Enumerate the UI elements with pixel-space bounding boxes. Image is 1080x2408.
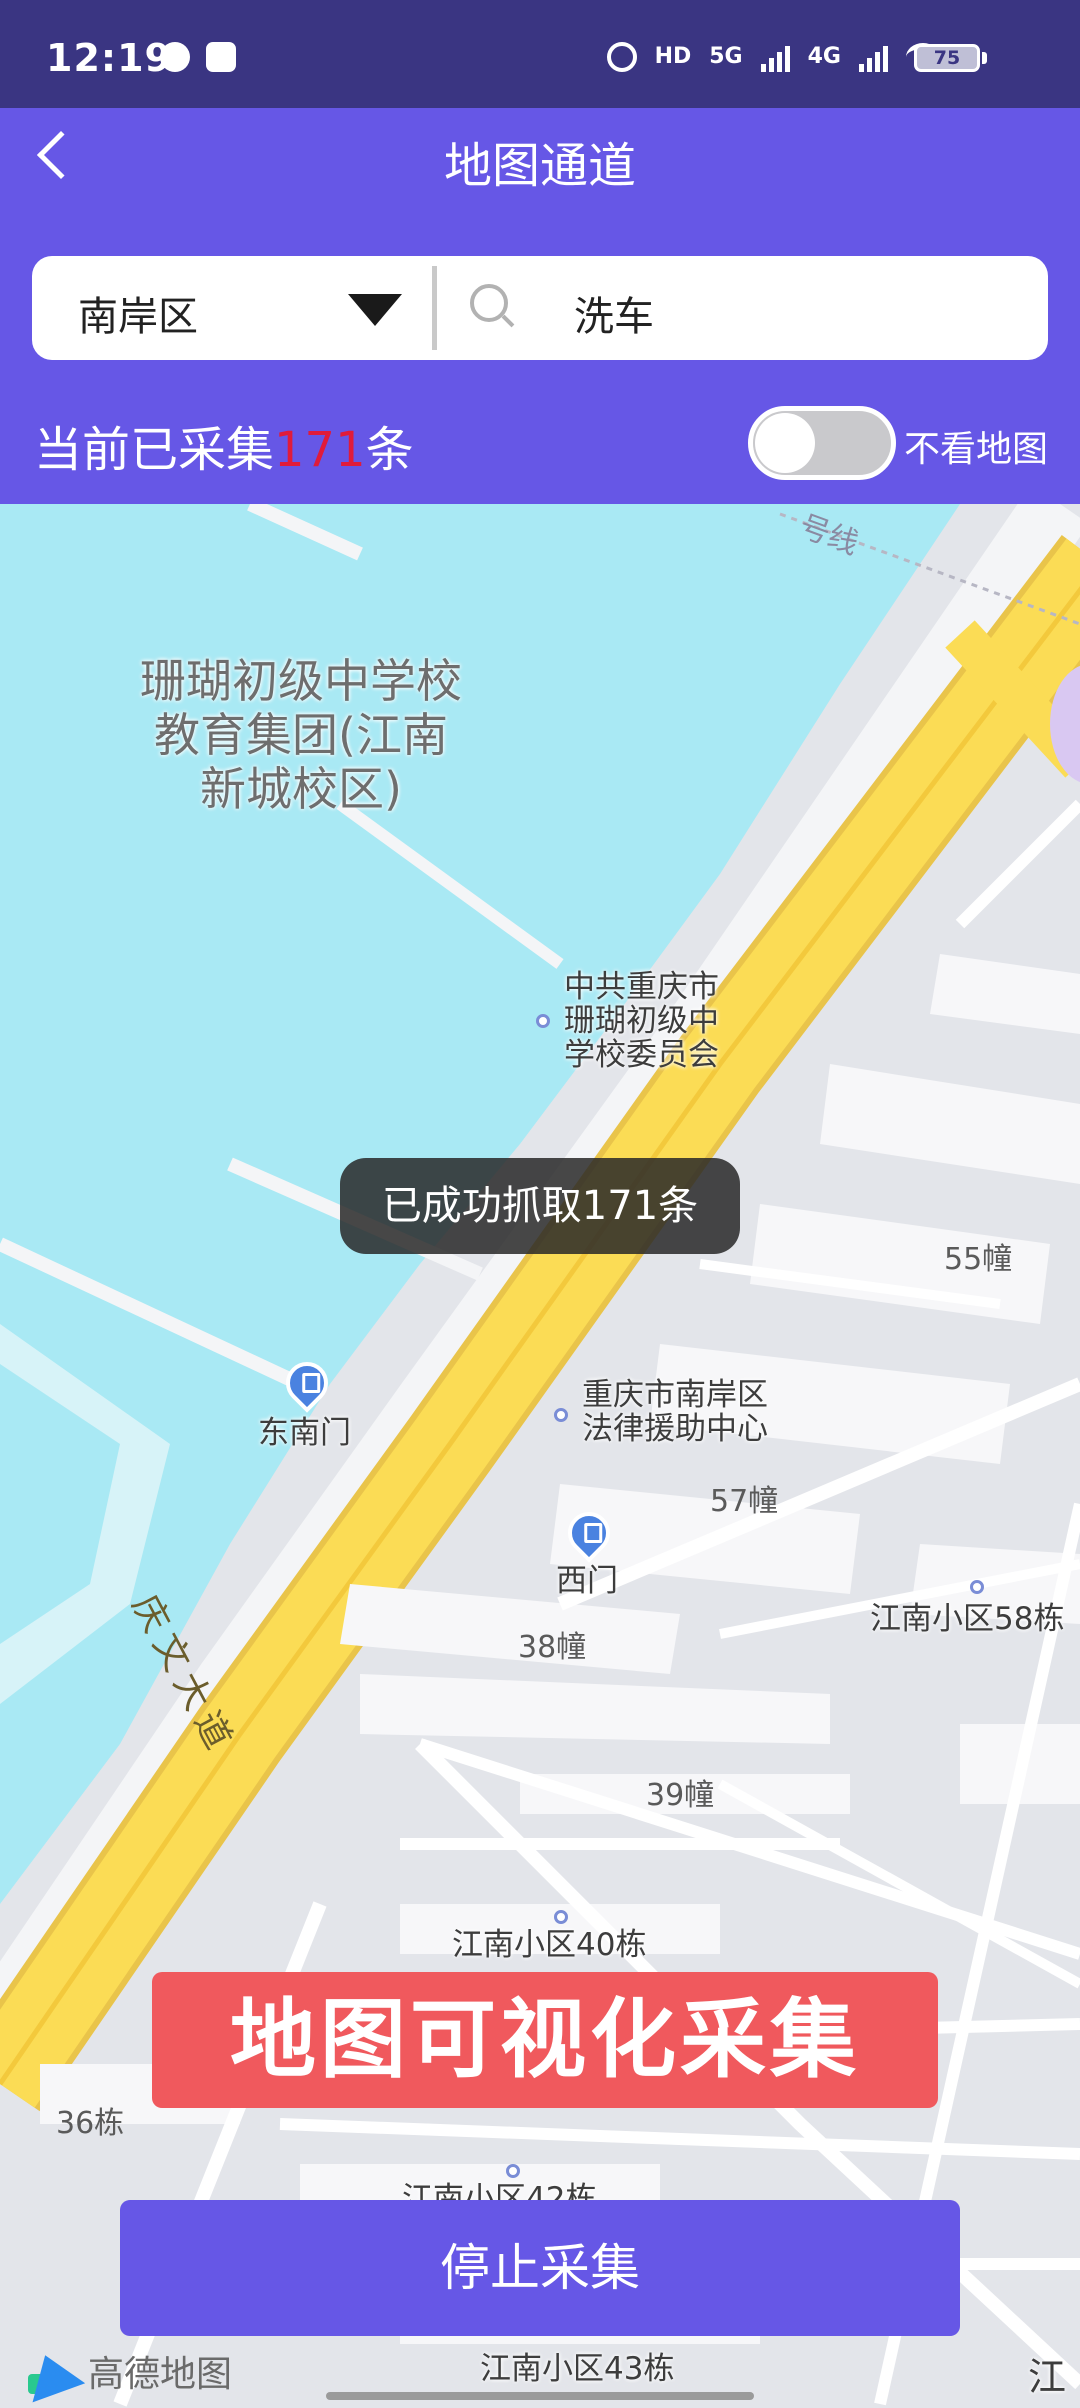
gate-southeast-label: 东南门 <box>258 1415 351 1451</box>
hide-map-toggle[interactable] <box>748 406 896 480</box>
dropdown-triangle-icon[interactable] <box>348 294 402 326</box>
signal-icon-2 <box>859 42 888 72</box>
signal-icon <box>760 42 790 72</box>
net-5g-label: 5G <box>709 44 743 69</box>
collect-count: 171 <box>274 422 366 478</box>
page-title: 地图通道 <box>443 138 636 194</box>
building-57-label: 57幢 <box>710 1484 779 1519</box>
search-icon <box>470 284 516 330</box>
hd-label: HD <box>654 44 692 69</box>
check-icon <box>160 42 190 72</box>
collect-prefix: 当前已采集 <box>34 422 275 478</box>
promo-banner: 地图可视化采集 <box>152 1972 938 2108</box>
poi-legal-label: 重庆市南岸区 法律援助中心 <box>582 1377 768 1447</box>
poi-school-label: 珊瑚初级中学校 教育集团(江南 新城校区) <box>140 654 462 816</box>
status-bar: 12:19 HD 5G 4G 75 <box>0 0 1080 108</box>
amap-logo-icon <box>18 2344 86 2403</box>
notification-icons <box>160 42 236 72</box>
poi-dot-committee <box>536 1014 550 1028</box>
hide-map-label: 不看地图 <box>904 429 1049 470</box>
header: 地图通道 南岸区 洗车 当前已采集171条 不看地图 <box>0 108 1080 504</box>
poi-committee-label: 中共重庆市 珊瑚初级中 学校委员会 <box>564 969 719 1073</box>
app-notification-icon <box>206 42 236 72</box>
building-39-label: 39幢 <box>646 1778 715 1813</box>
search-divider <box>432 266 437 350</box>
amap-logo-text: 高德地图 <box>88 2354 233 2395</box>
building-43-label: 江南小区43栋 <box>480 2351 675 2387</box>
poi-dot-42 <box>506 2164 520 2178</box>
poi-dot-58 <box>970 1580 984 1594</box>
map-view[interactable]: 珊瑚初级中学校 教育集团(江南 新城校区) 中共重庆市 珊瑚初级中 学校委员会 … <box>0 504 1080 2408</box>
home-indicator[interactable] <box>326 2392 754 2400</box>
alarm-icon <box>606 42 637 72</box>
building-38-label: 38幢 <box>518 1630 587 1665</box>
battery-icon: 75 <box>914 44 980 72</box>
poi-dot-legal <box>554 1408 568 1422</box>
amap-logo: 高德地图 <box>18 2344 233 2403</box>
toast-message: 已成功抓取171条 <box>340 1158 740 1254</box>
search-bar: 南岸区 洗车 <box>32 256 1048 360</box>
stop-collect-button[interactable]: 停止采集 <box>120 2200 960 2336</box>
search-input[interactable]: 洗车 <box>574 284 654 342</box>
region-select-value[interactable]: 南岸区 <box>78 284 198 342</box>
collect-suffix: 条 <box>365 422 414 478</box>
building-36-label: 36栋 <box>56 2106 125 2141</box>
building-58-label: 江南小区58栋 <box>870 1601 1065 1637</box>
status-indicators: HD 5G 4G <box>606 42 940 72</box>
net-4g-label: 4G <box>807 44 841 69</box>
battery-tip <box>982 52 987 64</box>
collect-count-text: 当前已采集171条 <box>34 410 414 480</box>
poi-dot-40 <box>554 1910 568 1924</box>
toggle-knob <box>755 413 815 473</box>
building-40-label: 江南小区40栋 <box>452 1927 647 1963</box>
building-55-label: 55幢 <box>944 1242 1013 1277</box>
status-time: 12:19 <box>46 36 172 80</box>
edge-label: 江 <box>1028 2355 1067 2399</box>
gate-west-label: 西门 <box>556 1563 618 1599</box>
